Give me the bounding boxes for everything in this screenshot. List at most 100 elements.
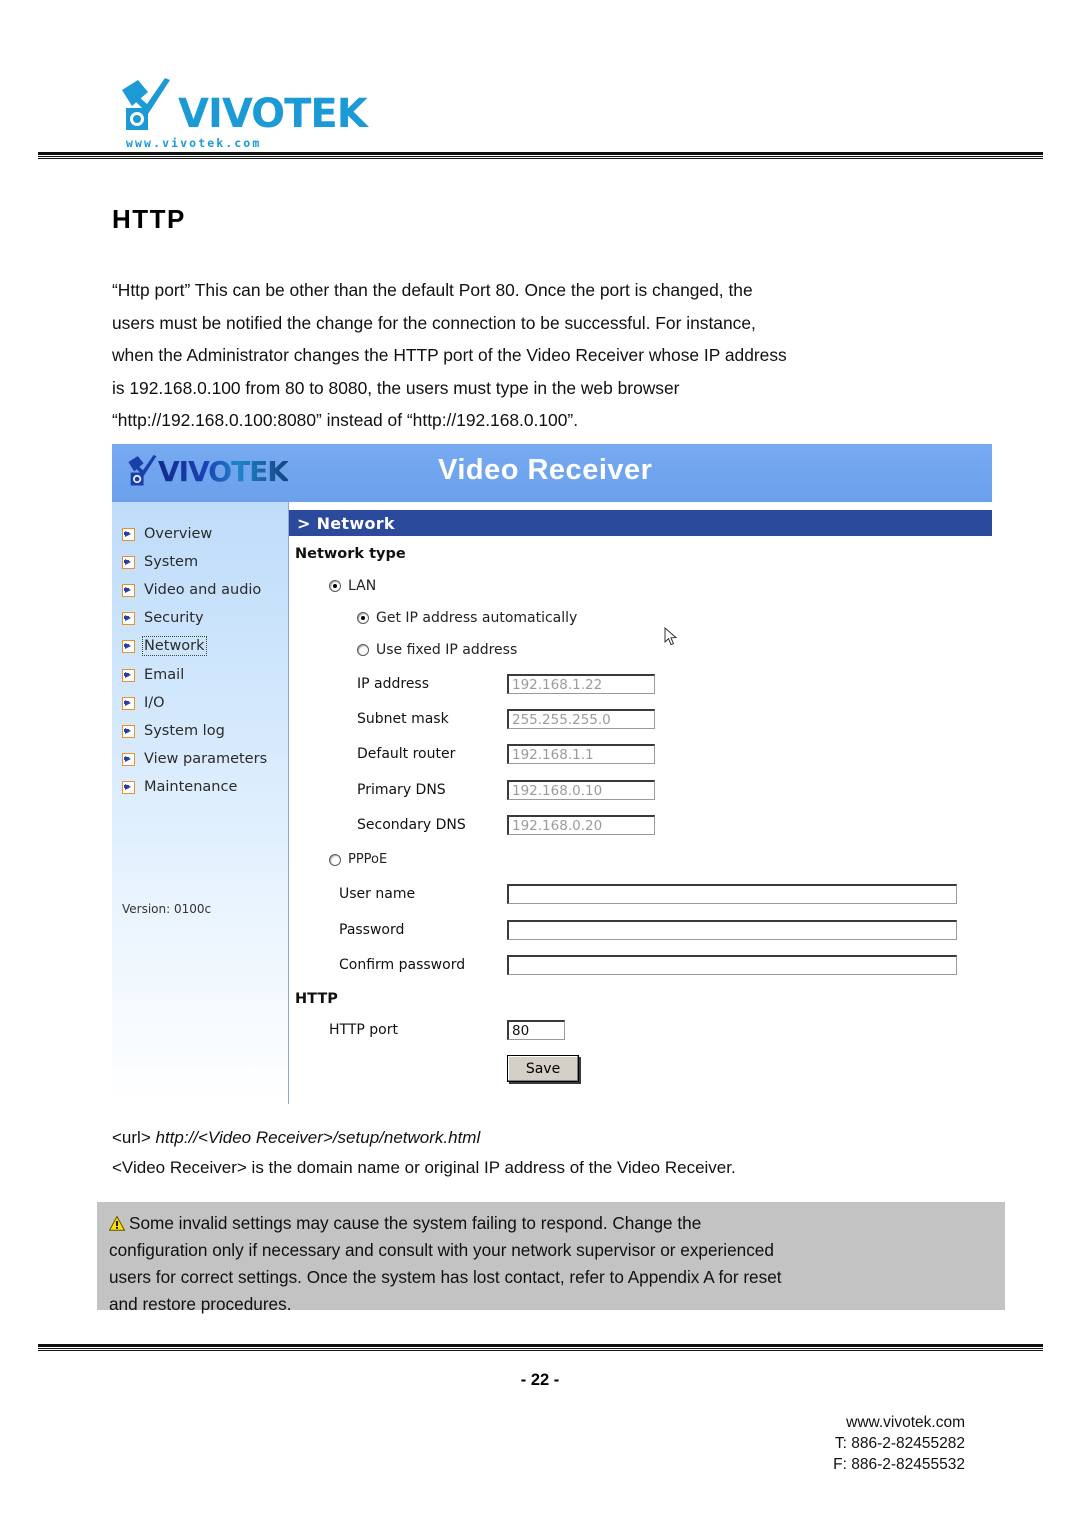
header-divider	[38, 152, 1043, 159]
vivotek-logo-url: www.vivotek.com	[126, 136, 262, 150]
radio-use-fixed-ip[interactable]: Use fixed IP address	[357, 642, 517, 658]
password-input[interactable]	[507, 920, 957, 940]
url-description: <Video Receiver> is the domain name or o…	[112, 1158, 736, 1177]
arrow-right-icon	[122, 583, 135, 597]
sidebar-item-io[interactable]: I/O	[122, 693, 165, 713]
mouse-cursor-icon	[664, 626, 678, 647]
primary-dns-input[interactable]: 192.168.0.10	[507, 780, 655, 800]
sidebar-item-email[interactable]: Email	[122, 665, 184, 685]
embedded-screenshot: VIVOTEK Video Receiver Overview System V…	[112, 444, 992, 1104]
radio-pppoe[interactable]: PPPoE	[329, 852, 387, 867]
footer-fax: F: 886-2-82455532	[833, 1456, 965, 1473]
field-label: Default router	[357, 746, 456, 762]
field-secondary-dns: Secondary DNS 192.168.0.20	[357, 815, 655, 835]
intro-line: “Http port” This can be other than the d…	[112, 280, 753, 300]
secondary-dns-input[interactable]: 192.168.0.20	[507, 815, 655, 835]
url-caption: <url> http://<Video Receiver>/setup/netw…	[112, 1128, 480, 1148]
user-name-input[interactable]	[507, 884, 957, 904]
sidebar-item-video-and-audio[interactable]: Video and audio	[122, 580, 261, 600]
arrow-right-icon	[122, 696, 135, 710]
subnet-mask-input[interactable]: 255.255.255.0	[507, 709, 655, 729]
field-ip-address: IP address 192.168.1.22	[357, 674, 655, 694]
field-label: Confirm password	[339, 957, 466, 973]
intro-line: users must be notified the change for th…	[112, 312, 756, 333]
confirm-password-input[interactable]	[507, 955, 957, 975]
screenshot-main-panel: > Network Network type LAN Get IP addres…	[289, 502, 992, 1104]
breadcrumb: > Network	[289, 510, 992, 536]
sidebar-item-network[interactable]: Network	[122, 636, 207, 656]
radio-lan-label: LAN	[348, 578, 377, 594]
field-http-port: HTTP port 80	[329, 1020, 565, 1040]
intro-line: “http://192.168.0.100:8080” instead of “…	[112, 410, 579, 430]
sidebar-item-label: Overview	[144, 526, 213, 542]
field-confirm-password: Confirm password	[339, 955, 957, 975]
vivotek-wordmark: VIVOTEK	[178, 91, 368, 137]
sidebar-item-label: Network	[142, 636, 207, 656]
warning-triangle-icon	[108, 1212, 126, 1231]
field-label: Primary DNS	[357, 782, 446, 798]
radio-get-ip-automatically-indicator	[357, 612, 369, 624]
vivotek-camera-checkmark-logo-icon	[126, 454, 160, 490]
page-number: - 22 -	[520, 1371, 560, 1389]
warning-note-line: users for correct settings. Once the sys…	[109, 1267, 782, 1287]
footer-website: www.vivotek.com	[846, 1414, 965, 1431]
intro-line: is 192.168.0.100 from 80 to 8080, the us…	[112, 377, 680, 398]
sidebar-item-security[interactable]: Security	[122, 608, 204, 628]
warning-note-line: configuration only if necessary and cons…	[109, 1240, 774, 1260]
footer-phone: T: 886-2-82455282	[834, 1435, 965, 1452]
http-heading: HTTP	[295, 991, 338, 1007]
arrow-right-icon	[122, 611, 135, 625]
field-label: HTTP port	[329, 1022, 398, 1038]
sidebar-item-label: System	[144, 554, 199, 570]
intro-line: when the Administrator changes the HTTP …	[112, 345, 787, 365]
arrow-right-icon	[122, 527, 135, 541]
field-user-name: User name	[339, 884, 957, 904]
sidebar-item-label: Maintenance	[144, 779, 238, 795]
sidebar-item-label: I/O	[144, 695, 165, 711]
field-password: Password	[339, 920, 957, 940]
sidebar-item-overview[interactable]: Overview	[122, 524, 212, 544]
screenshot-device-title: Video Receiver	[438, 454, 653, 486]
field-default-router: Default router 192.168.1.1	[357, 744, 655, 764]
radio-lan[interactable]: LAN	[329, 578, 376, 594]
arrow-right-icon	[122, 752, 135, 766]
arrow-right-icon	[122, 780, 135, 794]
http-port-input[interactable]: 80	[507, 1020, 565, 1040]
field-label: Secondary DNS	[357, 817, 466, 833]
warning-note-line: and restore procedures.	[109, 1294, 292, 1314]
field-primary-dns: Primary DNS 192.168.0.10	[357, 780, 655, 800]
field-label: Subnet mask	[357, 711, 449, 727]
sidebar-item-label: View parameters	[144, 751, 268, 767]
url-caption-value: http://<Video Receiver>/setup/network.ht…	[155, 1128, 481, 1147]
arrow-right-icon	[122, 555, 135, 569]
ip-address-input[interactable]: 192.168.1.22	[507, 674, 655, 694]
intro-paragraph: “Http port” This can be other than the d…	[112, 274, 992, 437]
screenshot-sidebar: Overview System Video and audio Security…	[112, 502, 289, 1104]
radio-pppoe-indicator	[329, 853, 341, 866]
sidebar-item-label: System log	[144, 723, 225, 739]
footer-contact: www.vivotek.com T: 886-2-82455282 F: 886…	[833, 1412, 965, 1475]
sidebar-item-maintenance[interactable]: Maintenance	[122, 777, 237, 797]
sidebar-item-label: Video and audio	[144, 582, 262, 598]
sidebar-item-label: Security	[144, 610, 204, 626]
vivotek-logo: VIVOTEK www.vivotek.com	[118, 72, 368, 150]
sidebar-item-view-parameters[interactable]: View parameters	[122, 749, 267, 769]
radio-lan-indicator	[329, 580, 341, 592]
warning-note-line: Some invalid settings may cause the syst…	[108, 1210, 991, 1237]
network-type-heading: Network type	[295, 546, 406, 562]
sidebar-item-system[interactable]: System	[122, 552, 198, 572]
page-title: HTTP	[112, 204, 186, 234]
default-router-input[interactable]: 192.168.1.1	[507, 744, 655, 764]
warning-note-text: Some invalid settings may cause the syst…	[108, 1210, 991, 1318]
field-subnet-mask: Subnet mask 255.255.255.0	[357, 709, 655, 729]
radio-use-fixed-ip-label: Use fixed IP address	[376, 642, 518, 658]
sidebar-item-system-log[interactable]: System log	[122, 721, 225, 741]
radio-get-ip-automatically[interactable]: Get IP address automatically	[357, 610, 577, 626]
save-button[interactable]: Save	[507, 1055, 579, 1082]
radio-pppoe-label: PPPoE	[348, 852, 388, 867]
field-label: User name	[339, 886, 416, 902]
warning-note: Some invalid settings may cause the syst…	[97, 1202, 1005, 1314]
firmware-version: Version: 0100c	[122, 902, 212, 916]
warning-line-text: Some invalid settings may cause the syst…	[129, 1213, 702, 1233]
radio-get-ip-automatically-label: Get IP address automatically	[376, 610, 578, 626]
